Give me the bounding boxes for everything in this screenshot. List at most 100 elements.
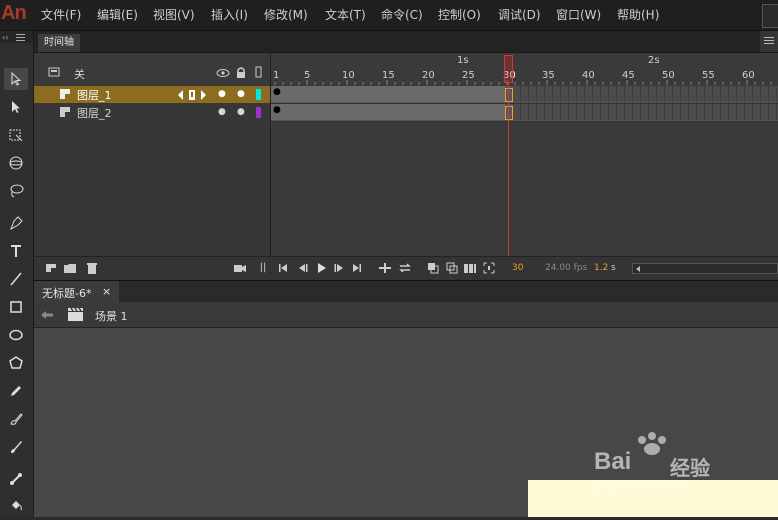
visible-dot[interactable]: ●: [218, 89, 226, 99]
panel-menu-icon[interactable]: [760, 31, 778, 52]
menu-insert[interactable]: 插入(I): [211, 6, 248, 23]
menu-control[interactable]: 控制(O): [438, 6, 481, 23]
onion-outline-icon[interactable]: [445, 261, 459, 275]
horizontal-scrollbar[interactable]: [632, 263, 778, 274]
frame-row-2[interactable]: ●: [271, 104, 778, 122]
pencil-tool-icon[interactable]: [4, 380, 28, 402]
layer-color-swatch[interactable]: [256, 89, 261, 100]
layer-row-2[interactable]: 图层_2 ● ●: [34, 104, 270, 121]
watermark-brand: Bai: [594, 448, 632, 475]
layer-header: 关: [34, 53, 270, 85]
free-transform-tool-icon[interactable]: [4, 124, 28, 146]
time-unit: s: [611, 263, 616, 273]
oval-tool-icon[interactable]: [4, 324, 28, 346]
go-first-frame-icon[interactable]: [276, 261, 290, 275]
keyframe-dot[interactable]: ●: [273, 105, 281, 115]
polystar-tool-icon[interactable]: [4, 352, 28, 374]
menu-text[interactable]: 文本(T): [325, 6, 366, 23]
rectangle-tool-icon[interactable]: [4, 296, 28, 318]
layer-icon: [60, 107, 70, 117]
menu-commands[interactable]: 命令(C): [381, 6, 423, 23]
watermark-url: jingyan.baidu.com: [596, 480, 689, 491]
line-tool-icon[interactable]: [4, 268, 28, 290]
layer-name: 图层_1: [77, 89, 112, 102]
close-icon[interactable]: ×: [102, 285, 111, 298]
camera-icon[interactable]: [233, 261, 247, 275]
loop-icon[interactable]: [378, 261, 392, 275]
layer-folder-icon[interactable]: [48, 66, 62, 78]
subselection-tool-icon[interactable]: [4, 96, 28, 118]
menu-modify[interactable]: 修改(M): [264, 6, 308, 23]
second-marker: 1s: [457, 55, 469, 66]
modify-markers-icon[interactable]: [482, 261, 496, 275]
lock-icon[interactable]: [235, 66, 247, 78]
playhead[interactable]: [504, 53, 513, 256]
keyframe-nav-icon[interactable]: [177, 89, 211, 101]
document-tab[interactable]: 无标题-6* ×: [34, 281, 119, 302]
layer-icon: [60, 89, 70, 99]
document-tabbar: 无标题-6* ×: [34, 280, 778, 302]
play-icon[interactable]: [314, 261, 328, 275]
step-back-icon[interactable]: [296, 261, 310, 275]
edit-multiple-frames-icon[interactable]: [463, 261, 477, 275]
paint-brush-tool-icon[interactable]: [4, 408, 28, 430]
search-box[interactable]: [762, 4, 778, 28]
layer-header-label: 关: [74, 68, 85, 81]
bone-tool-icon[interactable]: [4, 468, 28, 490]
step-forward-icon[interactable]: [332, 261, 346, 275]
onion-skin-loop-icon[interactable]: [398, 261, 412, 275]
pen-tool-icon[interactable]: [4, 212, 28, 234]
menu-edit[interactable]: 编辑(E): [97, 6, 138, 23]
show-hide-eye-icon[interactable]: [216, 68, 230, 78]
timeline-panel: 关 图层_1 ● ● 图层_2 ● ● 1s 2s 1 5 10 15 20 2…: [34, 53, 778, 280]
selection-tool-icon[interactable]: [4, 68, 28, 90]
keyframe-dot[interactable]: ●: [273, 87, 281, 97]
timeline-footer: || 30 24.00 fps 1.2 s: [34, 256, 778, 280]
menu-file[interactable]: 文件(F): [41, 6, 81, 23]
new-folder-icon[interactable]: [63, 261, 77, 275]
visible-dot[interactable]: ●: [218, 107, 226, 117]
splitter-icon[interactable]: ||: [256, 261, 270, 275]
frame-row-1[interactable]: ●: [271, 86, 778, 104]
svg-text:‹‹: ‹‹: [2, 33, 8, 42]
breadcrumb: 场景 1: [34, 302, 778, 328]
frame-span[interactable]: [271, 86, 505, 102]
ruler-ticks: [274, 80, 772, 85]
menu-window[interactable]: 窗口(W): [556, 6, 601, 23]
frames-area[interactable]: 1s 2s 1 5 10 15 20 25 30 35 40 45 50 55 …: [270, 53, 778, 256]
layer-list: 图层_1 ● ● 图层_2 ● ●: [34, 85, 270, 256]
lasso-tool-icon[interactable]: [4, 180, 28, 202]
elapsed-time[interactable]: 1.2: [594, 263, 608, 273]
empty-frames[interactable]: [513, 86, 778, 102]
clapperboard-icon: [68, 307, 83, 321]
back-arrow-icon[interactable]: [40, 309, 54, 321]
go-last-frame-icon[interactable]: [350, 261, 364, 275]
collapse-icon[interactable]: ‹‹: [0, 31, 33, 43]
new-layer-icon[interactable]: [44, 261, 58, 275]
scene-label[interactable]: 场景 1: [95, 308, 128, 324]
empty-frames[interactable]: [513, 104, 778, 120]
menu-view[interactable]: 视图(V): [153, 6, 195, 23]
outline-icon[interactable]: [255, 66, 263, 78]
baidu-watermark: Bai 经验 jingyan.baidu.com: [594, 432, 734, 492]
text-tool-icon[interactable]: [4, 240, 28, 262]
layer-color-swatch[interactable]: [256, 107, 261, 118]
brush-tool-icon[interactable]: [4, 436, 28, 458]
delete-icon[interactable]: [85, 261, 99, 275]
tab-timeline[interactable]: 时间轴: [38, 34, 80, 52]
frame-rate[interactable]: 24.00 fps: [545, 263, 587, 273]
frame-span[interactable]: [271, 104, 505, 120]
app-logo: An: [1, 2, 27, 24]
onion-skin-icon[interactable]: [426, 261, 440, 275]
layer-row-1[interactable]: 图层_1 ● ●: [34, 86, 270, 103]
menu-help[interactable]: 帮助(H): [617, 6, 659, 23]
paint-bucket-tool-icon[interactable]: [4, 494, 28, 516]
frame-ruler[interactable]: 1s 2s 1 5 10 15 20 25 30 35 40 45 50 55 …: [271, 53, 778, 85]
lock-dot[interactable]: ●: [237, 89, 245, 99]
scroll-left-icon[interactable]: [634, 265, 642, 273]
current-frame[interactable]: 30: [512, 263, 523, 273]
menu-debug[interactable]: 调试(D): [498, 6, 541, 23]
lock-dot[interactable]: ●: [237, 107, 245, 117]
second-marker: 2s: [648, 55, 660, 66]
3d-rotation-tool-icon[interactable]: [4, 152, 28, 174]
